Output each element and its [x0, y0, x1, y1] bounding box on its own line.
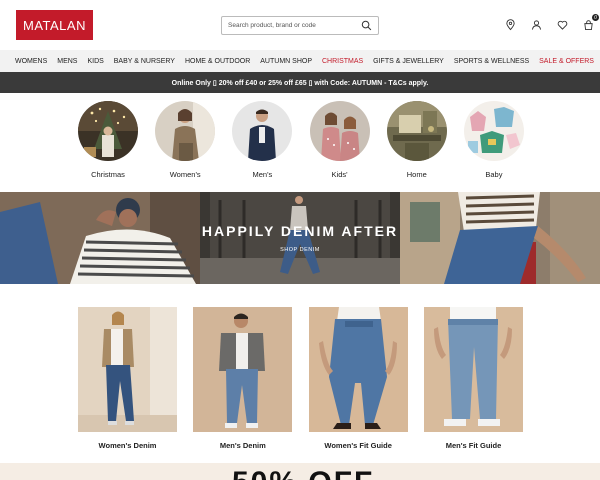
- tile-mens-denim[interactable]: Men's Denim: [193, 307, 293, 450]
- category-kids[interactable]: Kids': [309, 101, 370, 179]
- nav-item-baby-nursery[interactable]: BABY & NURSERY: [114, 58, 175, 65]
- category-label[interactable]: Men's: [252, 170, 272, 179]
- category-label[interactable]: Home: [407, 170, 427, 179]
- tile-label[interactable]: Women's Denim: [99, 441, 157, 450]
- account-icon[interactable]: [531, 18, 542, 30]
- sale-headline: 50% OFF: [232, 468, 374, 480]
- category-christmas-image[interactable]: [78, 101, 138, 161]
- basket-count-badge: 0: [592, 14, 599, 21]
- promo-banner[interactable]: Online Only ▯ 20% off £40 or 25% off £65…: [0, 72, 600, 93]
- tile-image[interactable]: [193, 307, 293, 432]
- category-home-image[interactable]: [386, 101, 447, 161]
- search-icon[interactable]: [361, 20, 372, 31]
- nav-item-christmas[interactable]: CHRISTMAS: [322, 58, 363, 65]
- category-baby-image[interactable]: [463, 101, 524, 161]
- category-baby[interactable]: Baby: [463, 101, 524, 179]
- denim-hero-banner[interactable]: HAPPILY DENIM AFTER SHOP DENIM: [0, 192, 600, 284]
- hero-image-center[interactable]: HAPPILY DENIM AFTER SHOP DENIM: [200, 192, 400, 284]
- category-womens[interactable]: Women's: [155, 101, 216, 179]
- search-input[interactable]: [228, 22, 356, 29]
- tile-label[interactable]: Men's Denim: [220, 441, 266, 450]
- tile-image[interactable]: [423, 307, 523, 432]
- tile-image[interactable]: [78, 307, 177, 432]
- hero-title: HAPPILY DENIM AFTER: [201, 223, 399, 239]
- nav-item-sports-wellness[interactable]: SPORTS & WELLNESS: [454, 58, 529, 65]
- category-christmas[interactable]: Christmas: [78, 101, 138, 179]
- matalan-logo[interactable]: MATALAN: [16, 10, 93, 40]
- search-box[interactable]: [221, 16, 379, 35]
- category-label[interactable]: Women's: [170, 170, 201, 179]
- category-mens-image[interactable]: [232, 101, 293, 161]
- category-label[interactable]: Kids': [332, 170, 348, 179]
- category-label[interactable]: Baby: [485, 170, 502, 179]
- tile-label[interactable]: Men's Fit Guide: [446, 441, 502, 450]
- category-carousel: Christmas Women's Men's Kids' Home Baby: [78, 101, 524, 179]
- tile-image[interactable]: [308, 307, 408, 432]
- hero-image-right[interactable]: [400, 192, 600, 284]
- nav-item-mens[interactable]: MENS: [57, 58, 77, 65]
- promo-text: Online Only ▯ 20% off £40 or 25% off £65…: [171, 79, 429, 87]
- category-home[interactable]: Home: [386, 101, 447, 179]
- main-navigation: WOMENS MENS KIDS BABY & NURSERY HOME & O…: [0, 50, 600, 72]
- site-header: MATALAN 0: [0, 0, 600, 50]
- category-womens-image[interactable]: [155, 101, 216, 161]
- hero-shop-denim-link[interactable]: SHOP DENIM: [200, 247, 400, 253]
- nav-item-home-outdoor[interactable]: HOME & OUTDOOR: [185, 58, 250, 65]
- hero-image-left[interactable]: [0, 192, 200, 284]
- nav-item-womens[interactable]: WOMENS: [15, 58, 47, 65]
- nav-item-kids[interactable]: KIDS: [87, 58, 103, 65]
- header-actions: 0: [505, 14, 599, 31]
- denim-category-tiles: Women's Denim Men's Denim Women's Fit Gu…: [78, 307, 523, 450]
- tile-label[interactable]: Women's Fit Guide: [324, 441, 391, 450]
- basket-icon[interactable]: 0: [583, 14, 599, 31]
- tile-womens-fit-guide[interactable]: Women's Fit Guide: [308, 307, 408, 450]
- category-label[interactable]: Christmas: [91, 170, 125, 179]
- nav-item-autumn-shop[interactable]: AUTUMN SHOP: [260, 58, 312, 65]
- category-mens[interactable]: Men's: [232, 101, 293, 179]
- store-locator-icon[interactable]: [505, 18, 516, 31]
- nav-item-sale-offers[interactable]: SALE & OFFERS: [539, 58, 594, 65]
- tile-mens-fit-guide[interactable]: Men's Fit Guide: [423, 307, 523, 450]
- category-kids-image[interactable]: [309, 101, 370, 161]
- nav-item-gifts-jewellery[interactable]: GIFTS & JEWELLERY: [373, 58, 444, 65]
- sale-banner[interactable]: 50% OFF: [0, 463, 600, 480]
- tile-womens-denim[interactable]: Women's Denim: [78, 307, 177, 450]
- wishlist-heart-icon[interactable]: [557, 18, 568, 30]
